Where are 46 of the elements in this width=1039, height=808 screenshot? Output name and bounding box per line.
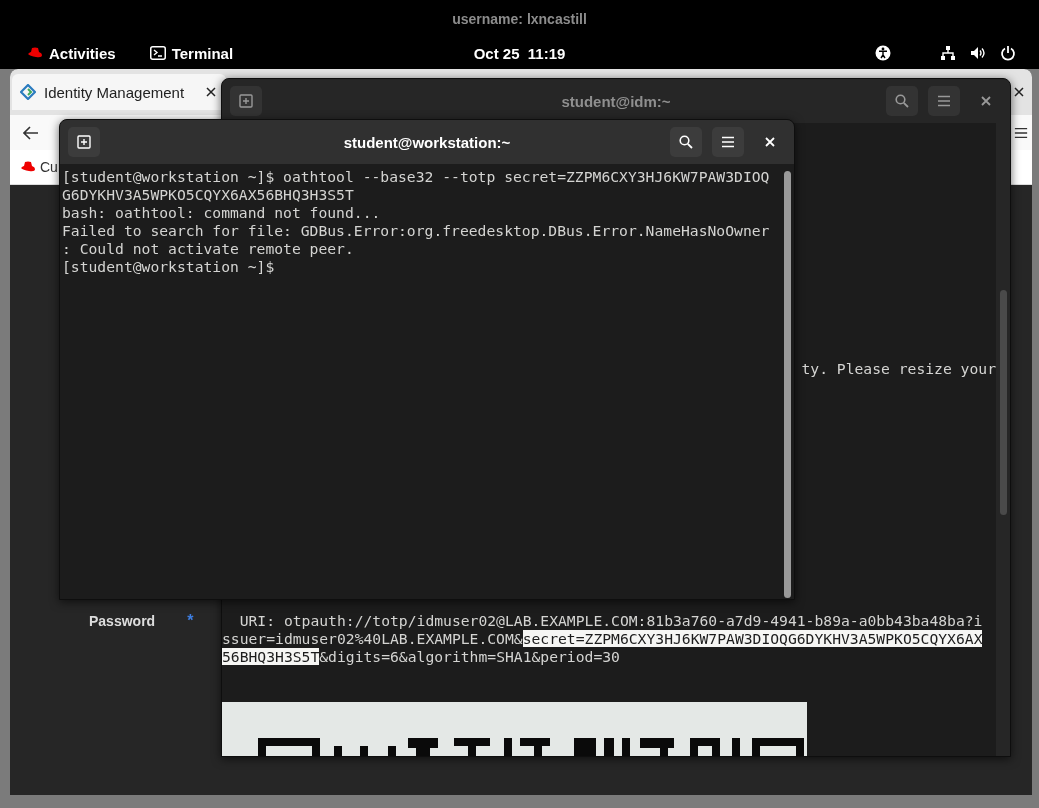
scrollbar[interactable]: [996, 123, 1010, 756]
terminal-line: bash: oathtool: command not found...: [62, 204, 382, 222]
window-title: student@idm:~: [561, 92, 671, 110]
network-icon[interactable]: [940, 45, 956, 61]
search-icon: [679, 135, 693, 149]
terminal-line: G6DYKHV3A5WPKO5CQYX6AX56BHQ3H3S5T: [62, 186, 355, 204]
password-label: Password: [89, 613, 156, 629]
back-arrow-icon[interactable]: [23, 125, 39, 140]
close-icon: [764, 136, 776, 148]
required-mark: *: [187, 612, 194, 630]
activities-button[interactable]: Activities: [49, 44, 116, 62]
menu-icon[interactable]: [1014, 126, 1028, 139]
search-button[interactable]: [670, 127, 702, 157]
terminal-line: [student@workstation ~]$ oathtool --base32 --totp secret=ZZPM6CXY3HJ6KW7PAW3DIOQ: [62, 168, 771, 186]
terminal-line: Failed to search for file: GDBus.Error:org.freedesktop.DBus.Error.NameHasNoOwner: [62, 222, 771, 240]
menu-button[interactable]: [928, 86, 960, 116]
volume-icon[interactable]: [970, 45, 986, 61]
clock[interactable]: Oct 25 11:19: [473, 44, 566, 62]
menu-icon: [937, 95, 951, 107]
hat-icon: [20, 161, 36, 173]
bookmark-link[interactable]: Cu: [40, 159, 58, 175]
terminal-icon: [149, 46, 166, 60]
terminal-line: [student@workstation ~]$: [62, 258, 276, 276]
accessibility-icon[interactable]: [875, 45, 891, 61]
window-title: student@workstation:~: [343, 133, 511, 151]
username-label: username: lxncastill: [452, 10, 587, 27]
terminal-line: ty. Please resize your: [800, 360, 996, 378]
new-tab-button[interactable]: [68, 127, 100, 157]
diamond-logo-icon: [20, 84, 36, 100]
close-icon: [980, 95, 992, 107]
search-button[interactable]: [886, 86, 918, 116]
plus-icon: [77, 135, 91, 149]
menu-button[interactable]: [712, 127, 744, 157]
plus-icon: [239, 94, 253, 108]
scrollbar[interactable]: [780, 164, 794, 599]
close-tab-icon[interactable]: [206, 87, 216, 97]
search-icon: [895, 94, 909, 108]
hat-icon: [27, 47, 43, 59]
power-icon[interactable]: [1000, 45, 1016, 61]
menu-icon: [721, 136, 735, 148]
browser-tab[interactable]: Identity Management: [12, 74, 226, 110]
app-menu[interactable]: Terminal: [171, 44, 234, 62]
terminal-line: : Could not activate remote peer.: [62, 240, 355, 258]
terminal-line: URI: otpauth://totp/idmuser02@LAB.EXAMPLE.COM:81b3a760-a7d9-4941-b89a-a0bb43ba48ba?i: [238, 612, 984, 630]
close-icon: [1014, 87, 1024, 97]
new-tab-button[interactable]: [230, 86, 262, 116]
